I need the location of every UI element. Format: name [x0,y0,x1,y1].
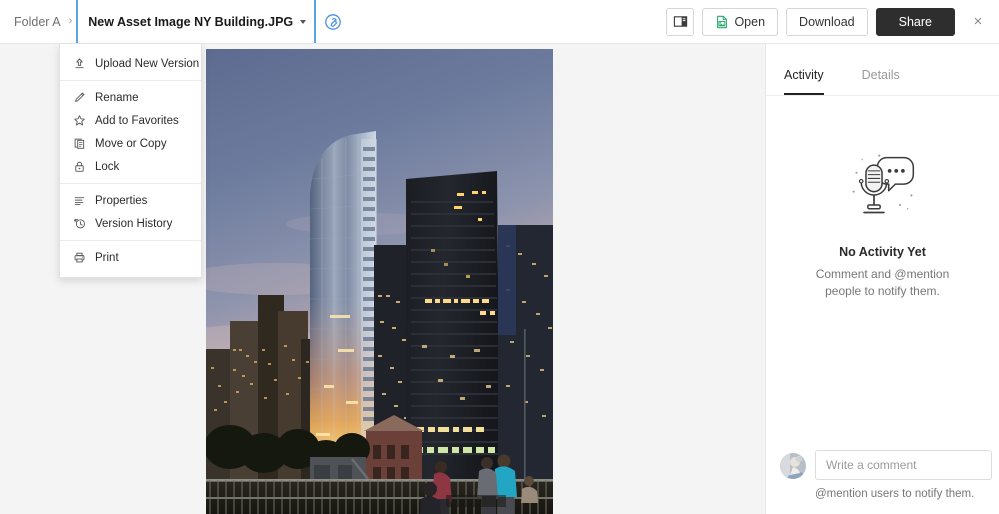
filename-dropdown-button[interactable]: New Asset Image NY Building.JPG [76,0,317,43]
empty-state-title: No Activity Yet [839,245,926,259]
ny-building-photo [206,49,553,514]
breadcrumb-separator-icon: › [68,15,73,27]
upload-icon [72,57,86,71]
preview-image[interactable] [206,49,553,514]
avatar [780,453,806,479]
comment-composer: @mention users to notify them. [766,440,999,514]
tab-details[interactable]: Details [862,56,900,95]
menu-group-upload: Upload New Version [60,47,201,80]
pencil-icon [72,91,86,105]
menu-item-print[interactable]: Print [60,246,201,269]
header-bar: Folder A › New Asset Image NY Building.J… [0,0,999,44]
share-button-label: Share [898,14,932,29]
file-preview-app: Folder A › New Asset Image NY Building.J… [0,0,999,514]
printer-icon [72,251,86,265]
tab-activity-label: Activity [784,67,824,82]
menu-item-label: Print [95,251,119,264]
tab-activity[interactable]: Activity [784,56,824,95]
menu-item-label: Add to Favorites [95,114,179,127]
microphone-speech-bubble-icon [845,150,921,227]
sidebar-tabs: Activity Details [766,56,999,96]
activity-empty-state: No Activity Yet Comment and @mention peo… [766,96,999,440]
breadcrumb-folder-link[interactable]: Folder A [8,11,67,33]
menu-item-label: Move or Copy [95,137,167,150]
close-button[interactable]: × [965,9,991,35]
history-clock-icon [72,217,86,231]
menu-item-label: Lock [95,160,120,173]
open-button-label: Open [734,14,766,29]
menu-item-properties[interactable]: Properties [60,189,201,212]
menu-item-version-history[interactable]: Version History [60,212,201,235]
menu-group-print: Print [60,240,201,274]
attachment-link-icon[interactable] [324,13,342,31]
list-lines-icon [72,194,86,208]
menu-item-label: Upload New Version [95,57,200,70]
download-button-label: Download [799,14,855,29]
menu-group-info: Properties Version History [60,183,201,240]
open-button[interactable]: Open [702,7,779,36]
menu-item-lock[interactable]: Lock [60,155,201,178]
menu-item-move-or-copy[interactable]: Move or Copy [60,132,201,155]
header-actions: Open Download Share × [666,7,999,36]
close-icon: × [973,13,983,30]
tab-details-label: Details [861,67,900,82]
share-button[interactable]: Share [875,7,955,36]
menu-item-add-to-favorites[interactable]: Add to Favorites [60,109,201,132]
comment-input[interactable] [815,450,992,480]
file-actions-menu: Upload New Version Rename Add to Favorit… [59,44,202,278]
star-icon [72,114,86,128]
menu-item-label: Rename [95,91,139,104]
menu-item-label: Properties [95,194,148,207]
empty-state-subtitle: Comment and @mention people to notify th… [815,267,950,298]
lock-icon [72,160,86,174]
menu-item-label: Version History [95,217,173,230]
panel-toggle-icon [673,16,688,27]
menu-item-rename[interactable]: Rename [60,86,201,109]
menu-item-upload-new-version[interactable]: Upload New Version [60,52,201,75]
comment-hint: @mention users to notify them. [815,488,975,500]
filename-label: New Asset Image NY Building.JPG [88,14,294,29]
download-button[interactable]: Download [786,7,868,36]
image-file-icon [717,15,728,28]
menu-group-file-ops: Rename Add to Favorites Move or Copy Loc… [60,80,201,183]
chevron-down-icon [300,19,307,24]
right-sidebar: Activity Details No Activity Yet Comment… [765,44,999,514]
comment-row [780,450,992,480]
copy-icon [72,137,86,151]
breadcrumb: Folder A › New Asset Image NY Building.J… [0,0,342,44]
sidebar-toggle-button[interactable] [666,7,695,36]
